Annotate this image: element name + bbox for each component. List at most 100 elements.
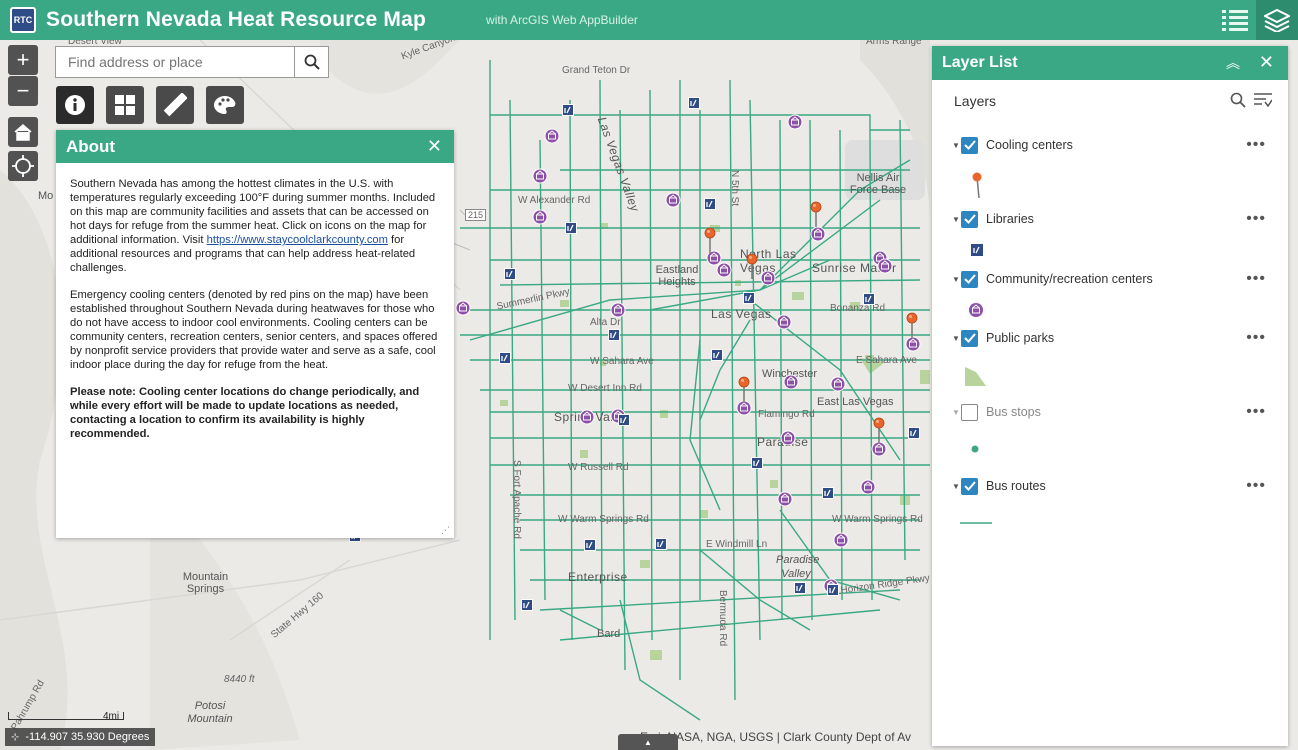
more-options-icon[interactable]: ••• xyxy=(1246,477,1266,495)
check-icon xyxy=(963,333,976,343)
expand-caret-icon[interactable]: ▼ xyxy=(952,141,960,150)
crosshair-icon[interactable]: ⊹ xyxy=(11,732,19,743)
check-icon xyxy=(963,214,976,224)
my-location-button[interactable] xyxy=(8,151,38,181)
app-header: RTC Southern Nevada Heat Resource Map wi… xyxy=(0,0,1298,40)
layer-checkbox[interactable] xyxy=(961,477,978,495)
measurement-button[interactable] xyxy=(156,86,194,124)
map-label: Grand Teton Dr xyxy=(562,65,631,76)
layer-row-community-centers[interactable]: ▼ Community/recreation centers ••• xyxy=(932,267,1288,291)
app-title: Southern Nevada Heat Resource Map xyxy=(46,8,427,31)
map-label: W Warm Springs Rd xyxy=(558,514,649,525)
more-options-icon[interactable]: ••• xyxy=(1246,270,1266,288)
layer-name: Bus routes xyxy=(986,479,1046,493)
map-label: 8440 ft xyxy=(224,674,255,685)
layer-checkbox[interactable] xyxy=(961,329,978,347)
about-tool-button[interactable] xyxy=(56,86,94,124)
staycool-link[interactable]: https://www.staycoolclarkcounty.com xyxy=(207,234,388,246)
map-label: Potosi Mountain xyxy=(187,700,233,725)
more-options-icon[interactable]: ••• xyxy=(1246,329,1266,347)
expand-caret-icon[interactable]: ▼ xyxy=(952,408,960,417)
coordinate-text: -114.907 35.930 Degrees xyxy=(25,731,150,743)
list-menu-button[interactable] xyxy=(1216,0,1254,40)
map-label: Enterprise xyxy=(568,570,628,584)
rtc-logo: RTC xyxy=(10,7,36,33)
map-label: North Las Vegas xyxy=(740,247,797,275)
map-label: Winchester xyxy=(762,368,818,380)
layer-checkbox[interactable] xyxy=(961,270,978,288)
map-label: Alta Dr xyxy=(590,317,621,328)
info-icon xyxy=(65,95,85,115)
layer-list-header: Layer List ︽ ✕ xyxy=(932,46,1288,80)
layer-list-title: Layer List xyxy=(942,54,1018,71)
expand-caret-icon[interactable]: ▼ xyxy=(952,482,960,491)
more-options-icon[interactable]: ••• xyxy=(1246,403,1266,421)
map-label: Paradise xyxy=(757,435,809,449)
layer-name: Public parks xyxy=(986,331,1055,345)
zoom-out-button[interactable]: − xyxy=(8,76,38,106)
search-icon[interactable] xyxy=(1230,92,1246,108)
map-label: Sunrise Manor xyxy=(812,261,897,275)
map-label: W Russell Rd xyxy=(568,462,629,473)
close-icon[interactable]: ✕ xyxy=(1259,52,1274,73)
zoom-in-button[interactable]: + xyxy=(8,45,38,75)
expand-caret-icon[interactable]: ▼ xyxy=(952,334,960,343)
collapse-icon[interactable]: ︽ xyxy=(1226,53,1240,73)
more-options-icon[interactable]: ••• xyxy=(1246,210,1266,228)
layer-row-public-parks[interactable]: ▼ Public parks ••• xyxy=(932,326,1288,350)
layer-row-bus-routes[interactable]: ▼ Bus routes ••• xyxy=(932,474,1288,498)
expand-caret-icon[interactable]: ▼ xyxy=(952,215,960,224)
map-label: Paradise Valley xyxy=(776,554,820,580)
search-button[interactable] xyxy=(294,47,328,77)
layer-checkbox[interactable] xyxy=(961,403,978,421)
layer-name: Cooling centers xyxy=(986,138,1073,152)
minus-icon: − xyxy=(16,78,30,103)
search-box[interactable] xyxy=(55,46,329,78)
map-label: Flamingo Rd xyxy=(758,409,815,420)
library-legend-icon xyxy=(971,244,983,256)
layer-checkbox[interactable] xyxy=(961,210,978,228)
map-label: Las Vegas xyxy=(711,307,772,321)
layer-row-cooling-centers[interactable]: ▼ Cooling centers ••• xyxy=(932,133,1288,157)
basemap-gallery-button[interactable] xyxy=(106,86,144,124)
about-panel: About ✕ Southern Nevada has among the ho… xyxy=(56,130,454,538)
expand-panel-tab[interactable]: ▲ xyxy=(618,734,678,750)
search-input[interactable] xyxy=(56,47,294,77)
bus-stop-legend-icon xyxy=(971,445,979,453)
resize-handle-icon[interactable]: ⋰ xyxy=(441,525,450,536)
layer-list-panel: Layer List ︽ ✕ Layers ▼ Cooling centers … xyxy=(932,46,1288,746)
filter-list-icon[interactable] xyxy=(1254,92,1272,108)
layer-list-button[interactable] xyxy=(1256,0,1298,40)
map-label: Nellis Air Force Base xyxy=(849,172,907,196)
search-icon xyxy=(304,54,320,70)
coordinate-display[interactable]: ⊹ -114.907 35.930 Degrees xyxy=(5,728,156,746)
plus-icon: + xyxy=(16,47,30,72)
close-icon[interactable]: ✕ xyxy=(427,136,442,157)
map-label: Eastland Heights xyxy=(655,264,699,288)
draw-tool-button[interactable] xyxy=(206,86,244,124)
layer-row-libraries[interactable]: ▼ Libraries ••• xyxy=(932,207,1288,231)
map-label: E Sahara Ave xyxy=(856,355,917,366)
list-menu-icon xyxy=(1222,10,1248,31)
about-paragraph: Emergency cooling centers (denoted by re… xyxy=(70,289,438,371)
layer-checkbox[interactable] xyxy=(961,136,978,154)
expand-caret-icon[interactable]: ▼ xyxy=(952,275,960,284)
bus-route-legend-icon xyxy=(960,522,992,524)
layer-name: Bus stops xyxy=(986,405,1041,419)
chevron-up-icon: ▲ xyxy=(644,737,652,747)
map-label: W Alexander Rd xyxy=(518,195,591,206)
layer-name: Libraries xyxy=(986,212,1034,226)
about-note: Please note: Cooling center locations do… xyxy=(70,386,420,440)
about-content: Southern Nevada has among the hottest cl… xyxy=(56,163,454,441)
map-label: Bard xyxy=(597,628,621,640)
highway-shield: 215 xyxy=(465,209,487,221)
map-label: Spring Valley xyxy=(554,410,631,424)
map-label: Bonanza Rd xyxy=(830,303,886,314)
home-button[interactable] xyxy=(8,117,38,147)
map-label: Mountain Springs xyxy=(182,571,229,595)
about-panel-title: About xyxy=(66,136,116,156)
map-label: N 5th St xyxy=(729,170,740,207)
more-options-icon[interactable]: ••• xyxy=(1246,136,1266,154)
layer-row-bus-stops[interactable]: ▼ Bus stops ••• xyxy=(932,400,1288,424)
cooling-pin-legend-icon xyxy=(972,172,982,199)
